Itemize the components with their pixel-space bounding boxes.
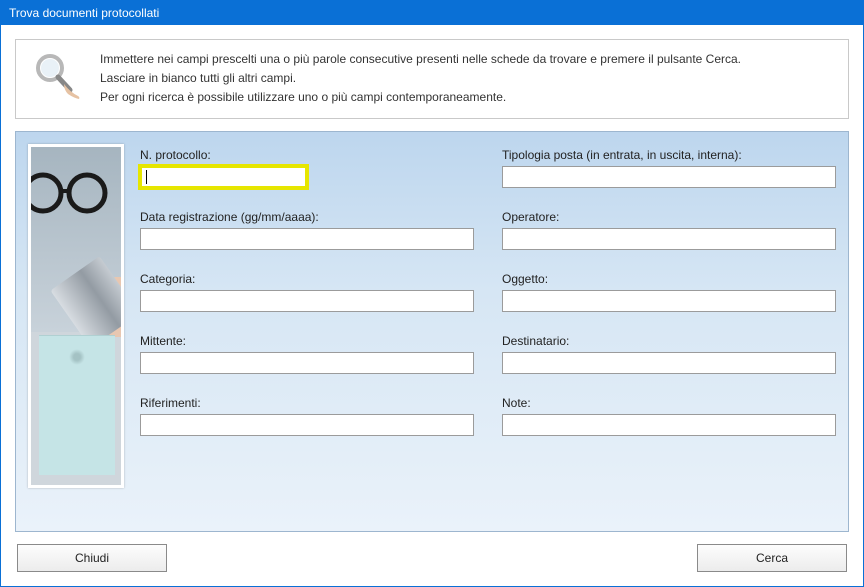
- input-mittente[interactable]: [140, 352, 474, 374]
- instruction-panel: Immettere nei campi prescelti una o più …: [15, 39, 849, 119]
- label-categoria: Categoria:: [140, 272, 474, 286]
- field-oggetto: Oggetto:: [502, 272, 836, 312]
- magnifier-icon: [30, 50, 80, 100]
- field-destinatario: Destinatario:: [502, 334, 836, 374]
- label-riferimenti: Riferimenti:: [140, 396, 474, 410]
- label-note: Note:: [502, 396, 836, 410]
- form-panel: N. protocollo: Tipologia posta (in entra…: [15, 131, 849, 532]
- field-note: Note:: [502, 396, 836, 436]
- input-destinatario[interactable]: [502, 352, 836, 374]
- fields-grid: N. protocollo: Tipologia posta (in entra…: [140, 144, 836, 519]
- field-data-registrazione: Data registrazione (gg/mm/aaaa):: [140, 210, 474, 250]
- input-n-protocollo[interactable]: [140, 166, 307, 188]
- field-riferimenti: Riferimenti:: [140, 396, 474, 436]
- label-oggetto: Oggetto:: [502, 272, 836, 286]
- search-button[interactable]: Cerca: [697, 544, 847, 572]
- label-tipologia-posta: Tipologia posta (in entrata, in uscita, …: [502, 148, 836, 162]
- instruction-line-2: Lasciare in bianco tutti gli altri campi…: [100, 69, 741, 88]
- label-data-registrazione: Data registrazione (gg/mm/aaaa):: [140, 210, 474, 224]
- input-data-registrazione[interactable]: [140, 228, 474, 250]
- decorative-image: [28, 144, 124, 488]
- input-riferimenti[interactable]: [140, 414, 474, 436]
- input-operatore[interactable]: [502, 228, 836, 250]
- search-window: Trova documenti protocollati Immettere n…: [0, 0, 864, 587]
- window-title: Trova documenti protocollati: [9, 6, 159, 20]
- input-note[interactable]: [502, 414, 836, 436]
- label-mittente: Mittente:: [140, 334, 474, 348]
- label-n-protocollo: N. protocollo:: [140, 148, 474, 162]
- titlebar: Trova documenti protocollati: [1, 1, 863, 25]
- content-area: Immettere nei campi prescelti una o più …: [1, 25, 863, 586]
- label-operatore: Operatore:: [502, 210, 836, 224]
- button-row: Chiudi Cerca: [15, 544, 849, 572]
- instruction-text: Immettere nei campi prescelti una o più …: [100, 50, 741, 108]
- instruction-line-1: Immettere nei campi prescelti una o più …: [100, 50, 741, 69]
- field-operatore: Operatore:: [502, 210, 836, 250]
- field-tipologia-posta: Tipologia posta (in entrata, in uscita, …: [502, 148, 836, 188]
- label-destinatario: Destinatario:: [502, 334, 836, 348]
- input-categoria[interactable]: [140, 290, 474, 312]
- field-n-protocollo: N. protocollo:: [140, 148, 474, 188]
- input-oggetto[interactable]: [502, 290, 836, 312]
- field-mittente: Mittente:: [140, 334, 474, 374]
- input-tipologia-posta[interactable]: [502, 166, 836, 188]
- close-button[interactable]: Chiudi: [17, 544, 167, 572]
- instruction-line-3: Per ogni ricerca è possibile utilizzare …: [100, 88, 741, 107]
- field-categoria: Categoria:: [140, 272, 474, 312]
